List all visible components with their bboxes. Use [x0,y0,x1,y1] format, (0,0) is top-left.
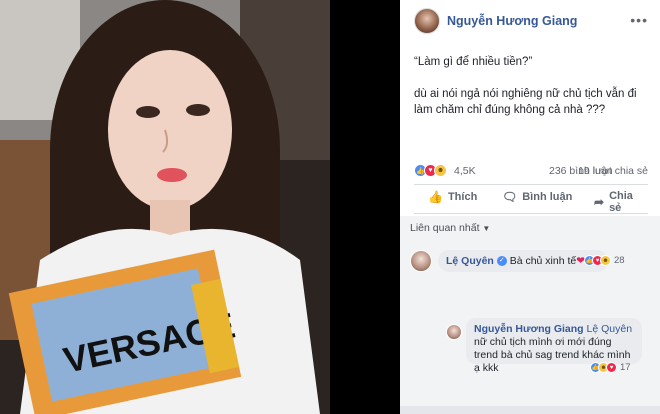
reply-author-name[interactable]: Nguyễn Hương Giang [474,323,584,335]
comment-text: Bà chủ xinh tế [509,255,577,267]
haha-reaction-icon: ☻ [600,255,611,266]
share-icon: ➦ [594,195,605,209]
post-text-line-2: dù ai nói ngả nói nghiêng nữ chủ tịch vẫ… [414,88,637,116]
comment-reactions[interactable]: 👍 ♥ ☻ 28 [584,255,625,266]
post-panel: Nguyễn Hương Giang ••• “Làm gì để nhiều … [400,0,660,414]
verified-badge-icon: ✓ [496,256,507,267]
post-photo[interactable]: VERSACE [0,0,330,414]
thumbs-up-icon: 👍 [428,190,443,204]
share-count[interactable]: 19 lượt chia sẻ [578,165,648,177]
author-avatar[interactable] [414,8,440,34]
comment-button[interactable]: 🗨 Bình luận [502,190,572,204]
post-stats: 👍 ♥ ☻ 4,5K 236 bình luận 19 lượt chia sẻ [414,164,648,178]
photo-viewer: VERSACE [0,0,400,414]
post-text: “Làm gì để nhiều tiền?” dù ai nói ngả nó… [414,54,646,134]
like-label: Thích [447,191,478,203]
reply-avatar[interactable] [446,324,462,340]
comment-sort-dropdown[interactable]: Liên quan nhất ▼ [410,222,490,234]
post-actions: 👍 Thích 🗨 Bình luận ➦ Chia sẻ [414,190,648,214]
more-options-icon[interactable]: ••• [630,12,648,28]
haha-reaction-icon: ☻ [434,164,447,177]
share-label: Chia sẻ [609,190,633,214]
reaction-count[interactable]: 4,5K [454,165,476,177]
like-button[interactable]: 👍 Thích [428,190,477,204]
share-button[interactable]: ➦ Chia sẻ [594,190,648,214]
reply-mention[interactable]: Lệ Quyên [587,323,633,335]
post-header: Nguyễn Hương Giang ••• [414,8,648,34]
commenter-avatar[interactable] [410,250,432,272]
sort-label: Liên quan nhất [410,222,480,234]
comment-reaction-count: 28 [614,255,625,266]
post-text-line-1: “Làm gì để nhiều tiền?” [414,56,533,68]
divider [414,213,648,214]
selfie-image: VERSACE [0,0,330,414]
comment-bubble: Lệ Quyên ✓ Bà chủ xinh tế❤ [438,250,608,272]
comment-label: Bình luận [522,191,573,203]
commenter-name[interactable]: Lệ Quyên [446,255,494,267]
author-name[interactable]: Nguyễn Hương Giang [447,14,577,28]
divider [414,184,648,185]
comments-section: Liên quan nhất ▼ Lệ Quyên ✓ Bà chủ xinh … [400,216,660,414]
love-reaction-icon: ♥ [606,362,617,373]
reply-bubble: Nguyễn Hương Giang Lệ Quyên nữ chủ tịch … [466,318,642,374]
comment-icon: 🗨 [502,190,518,204]
reply-reactions[interactable]: 👍 ☻ ♥ 17 [590,362,631,373]
reaction-icons[interactable]: 👍 ♥ ☻ [414,164,447,177]
comment-input-edge [400,406,660,414]
caret-down-icon: ▼ [482,224,491,233]
reply-reaction-count: 17 [620,362,631,373]
